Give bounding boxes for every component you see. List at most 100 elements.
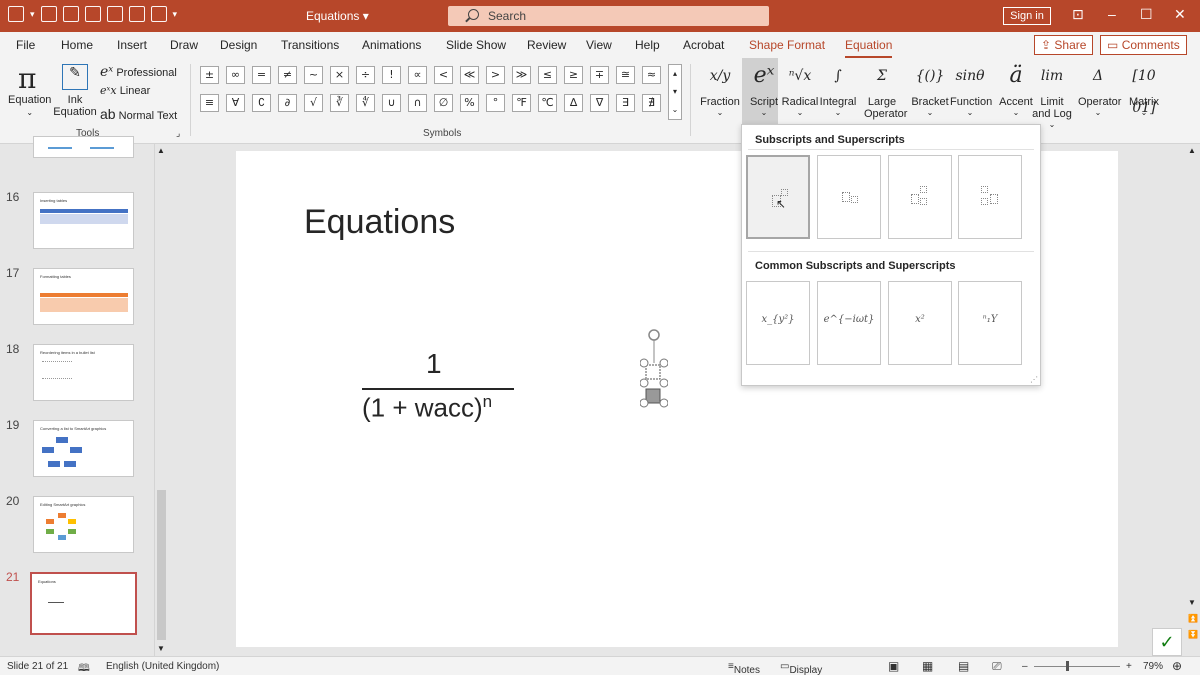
tab-animations[interactable]: Animations: [362, 38, 421, 52]
share-button[interactable]: ⇪ Share: [1034, 35, 1094, 55]
scroll-up-icon[interactable]: ▲: [157, 146, 165, 155]
common-script-4[interactable]: ⁿ₁Y: [958, 281, 1022, 365]
symbol-button[interactable]: ≠: [278, 66, 297, 84]
common-script-2[interactable]: e^{−iωt}: [817, 281, 881, 365]
save-icon[interactable]: [40, 6, 57, 22]
tab-help[interactable]: Help: [635, 38, 660, 52]
symbol-button[interactable]: <: [434, 66, 453, 84]
normal-text-button[interactable]: ab Normal Text: [100, 106, 177, 122]
zoom-in-icon[interactable]: +: [1126, 661, 1132, 672]
chevron-down-icon[interactable]: ▾: [30, 9, 35, 20]
equation-denominator[interactable]: (1 + wacc)n: [362, 392, 492, 424]
professional-button[interactable]: eˣ Professional: [100, 64, 177, 80]
panel-scroll-thumb[interactable]: [157, 490, 166, 640]
symbol-button[interactable]: ≪: [460, 66, 479, 84]
symbol-button[interactable]: √: [304, 94, 323, 112]
symbol-button[interactable]: ∂: [278, 94, 297, 112]
zoom-slider-thumb[interactable]: [1066, 661, 1069, 671]
symbol-button[interactable]: ℉: [512, 94, 531, 112]
subscript-superscript-template[interactable]: [888, 155, 952, 239]
symbol-button[interactable]: ×: [330, 66, 349, 84]
duplicate-icon[interactable]: [84, 6, 101, 22]
customize-qat-icon[interactable]: ▾: [173, 9, 178, 20]
structure-bracket-button[interactable]: {()} Bracket ⌄: [910, 60, 950, 117]
reading-view-icon[interactable]: ▤: [958, 659, 969, 673]
format-icon[interactable]: [62, 6, 79, 22]
group-icon[interactable]: [106, 6, 123, 22]
maximize-icon[interactable]: ☐: [1140, 6, 1153, 23]
symbol-button[interactable]: ±: [200, 66, 219, 84]
tab-file[interactable]: File: [16, 38, 35, 52]
symbol-button[interactable]: %: [460, 94, 479, 112]
normal-view-icon[interactable]: ▣: [888, 659, 899, 673]
accessibility-check-icon[interactable]: ✓: [1152, 628, 1182, 656]
equation-button[interactable]: Equation ⌄: [8, 94, 51, 118]
next-slide-icon[interactable]: ⏬: [1188, 630, 1198, 639]
slide-title[interactable]: Equations: [304, 203, 455, 242]
symbol-button[interactable]: ∛: [330, 94, 349, 112]
symbol-button[interactable]: ÷: [356, 66, 375, 84]
slide-thumbnail-21[interactable]: Equations: [30, 572, 137, 635]
tab-view[interactable]: View: [586, 38, 612, 52]
document-title[interactable]: Equations ▾: [306, 9, 369, 23]
symbol-button[interactable]: ≤: [538, 66, 557, 84]
symbol-button[interactable]: >: [486, 66, 505, 84]
structure-script-button[interactable]: eˣ Script ⌄: [744, 60, 784, 117]
common-script-3[interactable]: x²: [888, 281, 952, 365]
symbol-button[interactable]: ℃: [538, 94, 557, 112]
slideshow-icon[interactable]: ⎚: [992, 659, 1002, 674]
slide-thumbnail-16[interactable]: Inserting tables: [33, 192, 134, 249]
symbol-button[interactable]: =: [252, 66, 271, 84]
slide-sorter-icon[interactable]: ▦: [922, 659, 933, 673]
slide-thumbnail-19[interactable]: Converting a list to SmartArt graphics: [33, 420, 134, 477]
symbol-button[interactable]: ≡: [200, 94, 219, 112]
symbol-button[interactable]: ≥: [564, 66, 583, 84]
scroll-down-icon[interactable]: ▼: [1188, 598, 1196, 607]
tab-shape-format[interactable]: Shape Format: [749, 38, 825, 52]
comments-button[interactable]: ▭ Comments: [1100, 35, 1187, 55]
structure-matrix-button[interactable]: [10 01] Matrix ⌄: [1124, 60, 1164, 117]
slide-scrollbar[interactable]: ▲ ▼ ⏫ ⏬: [1184, 144, 1200, 656]
zoom-out-icon[interactable]: –: [1022, 661, 1028, 672]
tab-insert[interactable]: Insert: [117, 38, 147, 52]
sign-in-button[interactable]: Sign in: [1003, 7, 1051, 25]
symbol-button[interactable]: ∀: [226, 94, 245, 112]
minimize-icon[interactable]: –: [1108, 6, 1116, 22]
symbol-button[interactable]: °: [486, 94, 505, 112]
symbol-button[interactable]: ∃: [616, 94, 635, 112]
previous-slide-icon[interactable]: ⏫: [1188, 614, 1198, 623]
symbol-button[interactable]: ≈: [642, 66, 661, 84]
zoom-slider[interactable]: [1034, 666, 1120, 667]
tools-launcher-icon[interactable]: ⌟: [176, 128, 180, 139]
symbol-button[interactable]: ∜: [356, 94, 375, 112]
symbol-button[interactable]: ∞: [226, 66, 245, 84]
common-script-1[interactable]: x_{y²}: [746, 281, 810, 365]
tab-acrobat[interactable]: Acrobat: [683, 38, 724, 52]
tab-review[interactable]: Review: [527, 38, 566, 52]
scroll-down-icon[interactable]: ▼: [157, 644, 165, 653]
spellcheck-icon[interactable]: 🕮: [78, 661, 90, 675]
from-beginning-icon[interactable]: [8, 6, 24, 22]
symbol-button[interactable]: ∇: [590, 94, 609, 112]
arrange-icon[interactable]: [150, 6, 167, 22]
symbol-button[interactable]: ∝: [408, 66, 427, 84]
tab-draw[interactable]: Draw: [170, 38, 198, 52]
slide-thumbnail-18[interactable]: Reordering items in a bullet list: [33, 344, 134, 401]
symbol-button[interactable]: ∆: [564, 94, 583, 112]
symbols-scroll[interactable]: ▴ ▾ ⌄: [668, 64, 682, 120]
structure-operator-button[interactable]: Δ Operator ⌄: [1078, 60, 1121, 117]
scroll-up-icon[interactable]: ▲: [1188, 146, 1196, 155]
symbol-button[interactable]: ≫: [512, 66, 531, 84]
ink-equation-button[interactable]: Ink Equation: [52, 94, 98, 118]
search-input[interactable]: Search: [448, 6, 769, 26]
symbol-button[interactable]: ∁: [252, 94, 271, 112]
tab-design[interactable]: Design: [220, 38, 257, 52]
slide-thumbnail-partial[interactable]: [33, 136, 134, 158]
linear-button[interactable]: eˣx Linear: [100, 84, 150, 97]
selected-shape[interactable]: [639, 329, 669, 409]
symbol-button[interactable]: ∪: [382, 94, 401, 112]
subscript-template[interactable]: [817, 155, 881, 239]
symbol-button[interactable]: ∓: [590, 66, 609, 84]
tab-slide-show[interactable]: Slide Show: [446, 38, 506, 52]
equation-numerator[interactable]: 1: [426, 348, 442, 380]
